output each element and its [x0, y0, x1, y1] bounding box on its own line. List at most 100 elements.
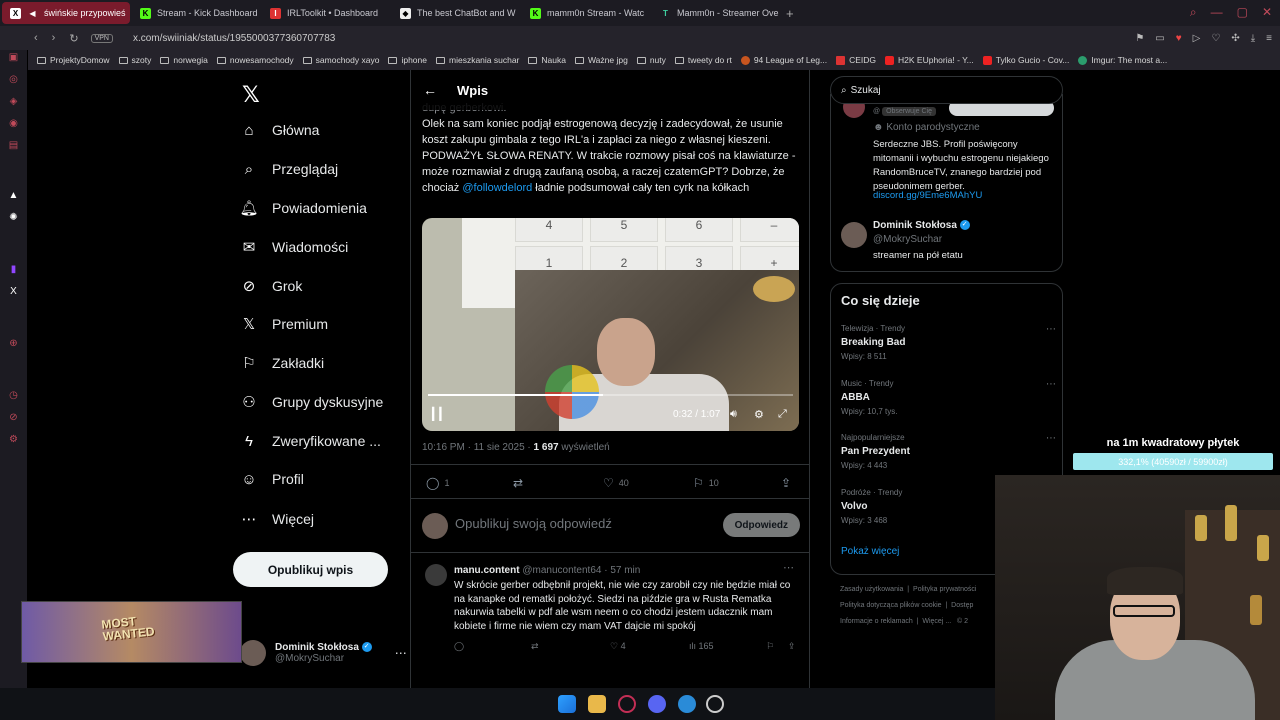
- nav-item-messages[interactable]: ✉ Wiadomości: [240, 238, 349, 256]
- bookmark-item[interactable]: nowesamochody: [216, 55, 294, 65]
- sidebar-icon[interactable]: ◎: [8, 74, 19, 85]
- nav-item-profile[interactable]: ☺ Profil: [240, 470, 304, 488]
- nav-item-explore[interactable]: ⌕ Przeglądaj: [240, 160, 338, 178]
- nav-item-more[interactable]: ⋯ Więcej: [240, 510, 315, 528]
- bookmark-item[interactable]: samochody xayo: [302, 55, 379, 65]
- aria-icon[interactable]: ▲: [8, 190, 19, 201]
- retweet-icon[interactable]: ⇄: [531, 641, 539, 652]
- pin-icon[interactable]: ⚑: [1135, 33, 1144, 44]
- volume-icon[interactable]: 🔊︎: [730, 408, 737, 421]
- views-action[interactable]: ılı 165: [689, 641, 714, 651]
- search-input[interactable]: ⌕ Szukaj: [830, 76, 1063, 104]
- url-field[interactable]: x.com/swiiniak/status/195500037736070778…: [133, 33, 335, 44]
- sidebar-icon[interactable]: ◉: [8, 118, 19, 129]
- forward-icon[interactable]: ›: [52, 32, 56, 45]
- bookmark-item[interactable]: tweety do rt: [674, 55, 732, 65]
- new-tab-button[interactable]: +: [786, 6, 794, 21]
- browser-tab[interactable]: K mamm0n Stream - Watc: [522, 2, 650, 24]
- reply-author-name[interactable]: manu.content: [454, 565, 520, 576]
- trend-item[interactable]: Music · Trendy ABBA Wpisy: 10,7 tys. ⋯: [841, 379, 1056, 416]
- sidebar-icon[interactable]: ⊘: [8, 412, 19, 423]
- browser-tab[interactable]: I IRLToolkit • Dashboard: [262, 2, 390, 24]
- footer-link[interactable]: Dostęp: [951, 602, 973, 609]
- bookmark-item[interactable]: 94 League of Leg...: [740, 55, 827, 65]
- bookmark-item[interactable]: Nauka: [528, 55, 566, 65]
- nav-item-communities[interactable]: ⚇ Grupy dyskusyjne: [240, 393, 383, 411]
- bookmark-item[interactable]: Ważne jpg: [574, 55, 628, 65]
- footer-link[interactable]: Informacje o reklamach: [840, 618, 913, 625]
- sidebar-icon[interactable]: ▣: [8, 52, 19, 63]
- nav-item-grok[interactable]: ⊘ Grok: [240, 277, 303, 295]
- close-icon[interactable]: ✕: [1262, 5, 1272, 20]
- bookmark-item[interactable]: iphone: [388, 55, 427, 65]
- history-icon[interactable]: ◷: [8, 390, 19, 401]
- fullscreen-icon[interactable]: ⤢: [778, 408, 787, 421]
- browser-tab[interactable]: T Mamm0n - Streamer Ove: [652, 2, 780, 24]
- bookmark-item[interactable]: Tylko Gucio - Cov...: [982, 55, 1069, 65]
- like-action[interactable]: ♡ 40: [603, 476, 629, 490]
- more-icon[interactable]: ⋯: [1046, 324, 1056, 335]
- nav-item-home[interactable]: ⌂ Główna: [240, 121, 319, 139]
- retweet-action[interactable]: ⇄: [513, 476, 528, 490]
- maximize-icon[interactable]: ▢: [1237, 5, 1248, 20]
- messenger-icon[interactable]: [678, 695, 696, 713]
- reply-button[interactable]: Odpowiedz: [722, 513, 800, 537]
- opera-icon[interactable]: [618, 695, 636, 713]
- x-logo-icon[interactable]: 𝕏: [242, 82, 260, 108]
- back-icon[interactable]: ‹: [34, 32, 38, 45]
- more-icon[interactable]: ⋯: [1046, 433, 1056, 444]
- browser-tab[interactable]: ◆ The best ChatBot and W: [392, 2, 520, 24]
- reload-icon[interactable]: ↻: [69, 32, 78, 45]
- x-logo-icon[interactable]: X: [8, 286, 19, 297]
- nav-item-notifications[interactable]: 🔔︎ Powiadomienia: [239, 199, 366, 217]
- play-icon[interactable]: ▷: [1193, 33, 1201, 44]
- settings-icon[interactable]: ⚙: [754, 408, 764, 421]
- minimize-icon[interactable]: —: [1211, 5, 1223, 20]
- account-switcher[interactable]: Dominik Stokłosa ✓ @MokrySuchar ⋯: [240, 640, 407, 666]
- nav-item-verified[interactable]: ϟ Zweryfikowane ...: [240, 432, 381, 450]
- bookmark-item[interactable]: ProjektyDomow: [37, 55, 110, 65]
- more-icon[interactable]: ⋯: [783, 561, 794, 574]
- bookmark-item[interactable]: szoty: [118, 55, 151, 65]
- settings-icon[interactable]: ⚙: [8, 434, 19, 445]
- bookmark-icon[interactable]: ⚐: [766, 641, 774, 652]
- show-more-link[interactable]: Pokaż więcej: [841, 546, 899, 557]
- post-timestamp[interactable]: 10:16 PM · 11 sie 2025 ·: [422, 442, 534, 453]
- more-icon[interactable]: ⋯: [395, 646, 407, 660]
- share-icon[interactable]: ⇪: [788, 641, 796, 652]
- mention-link[interactable]: @followdelord: [462, 182, 532, 194]
- bookmark-item[interactable]: H2K EUphoria! - Y...: [885, 55, 974, 65]
- menu-icon[interactable]: ≡: [1266, 33, 1272, 44]
- browser-tab[interactable]: K Stream - Kick Dashboard: [132, 2, 260, 24]
- sidebar-icon[interactable]: ▤: [8, 140, 19, 151]
- reply-post[interactable]: manu.content @manucontent64 · 57 min ⋯ W…: [422, 562, 800, 662]
- bookmark-item[interactable]: CEIDG: [836, 55, 876, 65]
- pause-icon[interactable]: ▎▎: [432, 407, 449, 421]
- sidebar-icon[interactable]: ◈: [8, 96, 19, 107]
- bookmark-action[interactable]: ⚐ 10: [693, 476, 719, 490]
- reply-input[interactable]: Opublikuj swoją odpowiedź: [455, 516, 612, 531]
- profile-link[interactable]: discord.gg/9Eme6MAhYU: [873, 190, 982, 201]
- share-action[interactable]: ⇪: [781, 476, 791, 490]
- bookmark-icon[interactable]: ▭: [1155, 33, 1164, 44]
- extensions-icon[interactable]: ✣: [1231, 33, 1239, 44]
- speaker-icon[interactable]: ◀: [27, 8, 38, 19]
- vpn-badge[interactable]: VPN: [90, 33, 113, 43]
- windows-start-icon[interactable]: [558, 695, 576, 713]
- footer-link[interactable]: Polityka dotycząca plików cookie: [840, 602, 942, 609]
- footer-link[interactable]: Więcej ...: [922, 618, 951, 625]
- shield-icon[interactable]: ♥: [1176, 33, 1182, 44]
- trend-item[interactable]: Najpopularniejsze Pan Prezydent Wpisy: 4…: [841, 433, 1056, 470]
- footer-link[interactable]: Polityka prywatności: [913, 586, 976, 593]
- video-player[interactable]: 4 5 6 – 1 2 3 + ▎▎ 0:32 / 1:07 🔊︎ ⚙ ⤢: [422, 218, 799, 431]
- discord-icon[interactable]: [648, 695, 666, 713]
- bookmark-item[interactable]: mieszkania suchar: [436, 55, 519, 65]
- download-icon[interactable]: ⤓: [1251, 33, 1255, 44]
- like-action[interactable]: ♡ 4: [610, 641, 626, 652]
- back-arrow-icon[interactable]: ←: [423, 82, 437, 98]
- chatgpt-icon[interactable]: ✺: [8, 212, 19, 223]
- more-icon[interactable]: ⋯: [1046, 379, 1056, 390]
- reply-icon[interactable]: ◯: [454, 641, 464, 652]
- file-explorer-icon[interactable]: [588, 695, 606, 713]
- footer-link[interactable]: Zasady użytkowania: [840, 586, 903, 593]
